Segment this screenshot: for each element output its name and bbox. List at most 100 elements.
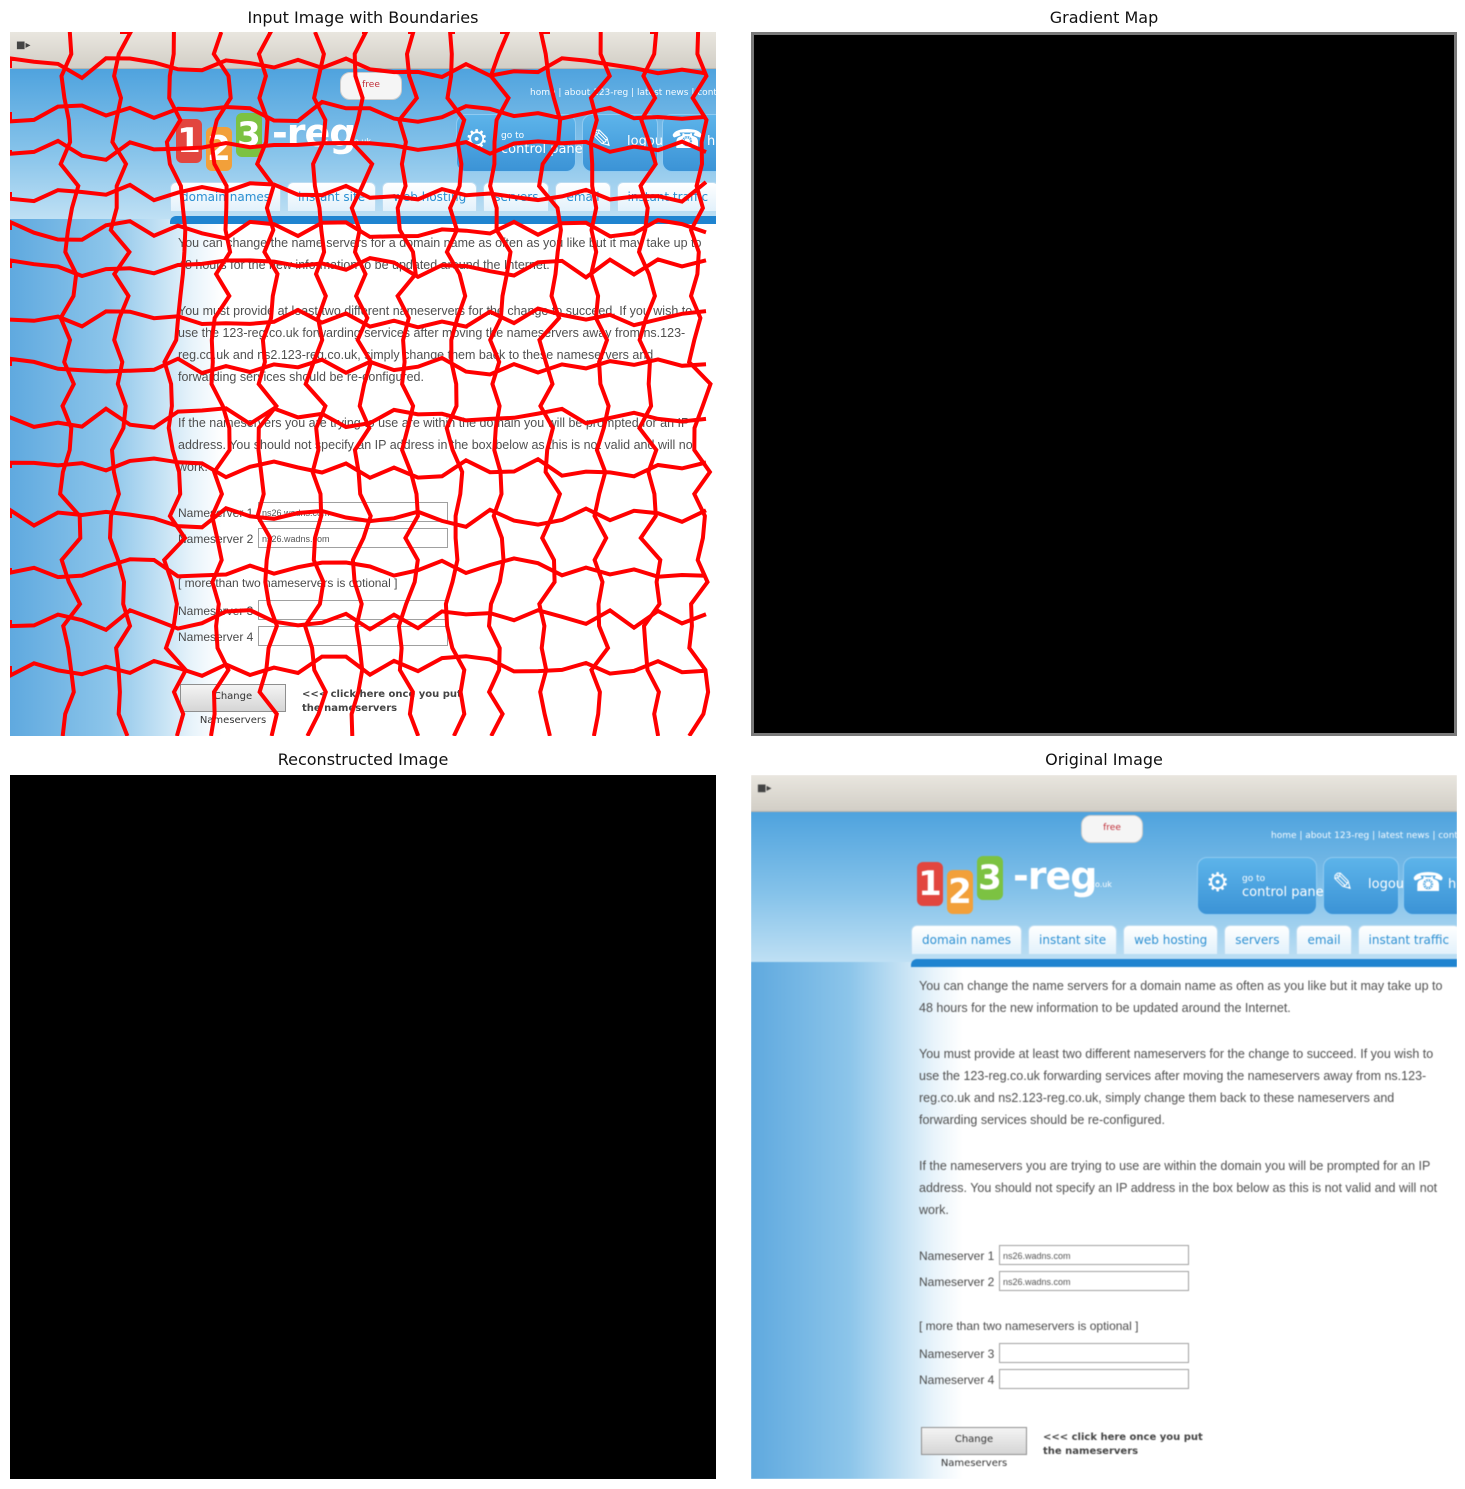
nameserver-label: Nameserver 1 (178, 506, 254, 520)
logo-digit-2: 2 (947, 870, 973, 914)
help-button[interactable]: ☎ he (662, 114, 716, 172)
control-panel-small: go to (501, 131, 525, 141)
tab-instant-traffic[interactable]: instant traffic (1357, 182, 1457, 211)
site-logo[interactable]: 1 2 3 -reg .co.uk (172, 107, 371, 171)
change-nameservers-button[interactable]: Change Nameservers (921, 684, 1027, 726)
tab-instant-traffic[interactable]: instant traffic (616, 182, 716, 211)
nameserver-2-input[interactable]: ns26.wadns.com (999, 528, 1189, 548)
gradient-map-panel: ■▸ free home | about 123-reg | latest ne… (751, 32, 1457, 736)
logout-button[interactable]: ✎ logout (1323, 114, 1409, 172)
logo-suffix: .co.uk (347, 137, 371, 146)
nameserver-row: Nameserver 4 (919, 626, 1455, 652)
site-logo[interactable]: 1 2 3 -reg .co.uk (913, 850, 1112, 914)
nameserver-row: Nameserver 1 ns26.wadns.com (919, 502, 1455, 528)
tab-web-hosting[interactable]: web hosting (1123, 182, 1219, 211)
tab-instant-site[interactable]: instant site (287, 182, 377, 211)
control-panel-small: go to (1242, 131, 1266, 141)
info-paragraph: You can change the name servers for a do… (178, 236, 702, 272)
info-paragraph: You can change the name servers for a do… (919, 979, 1443, 1015)
nameserver-1-input[interactable]: ns26.wadns.com (999, 502, 1189, 522)
panel-title-reconstructed: Reconstructed Image (277, 750, 449, 769)
gear-icon: ⚙ (465, 125, 489, 155)
nameserver-3-input[interactable] (999, 1343, 1189, 1363)
change-nameservers-button[interactable]: Change Nameservers (180, 684, 286, 726)
tab-email[interactable]: email (1296, 925, 1352, 954)
nav-underline (170, 216, 716, 224)
nameserver-content: You can change the name servers for a do… (919, 232, 1455, 652)
control-panel-small: go to (1242, 874, 1266, 884)
nameserver-4-input[interactable] (999, 626, 1189, 646)
nameserver-row: Nameserver 3 (919, 1343, 1455, 1369)
nameserver-1-input[interactable]: ns26.wadns.com (999, 1245, 1189, 1265)
promo-badge[interactable]: free (1081, 815, 1143, 843)
panel-title-gradient: Gradient Map (1049, 8, 1159, 27)
nameserver-label: Nameserver 1 (919, 506, 995, 520)
logo-digit-3: 3 (977, 113, 1003, 157)
site-logo[interactable]: 1 2 3 -reg .co.uk (913, 107, 1112, 171)
tab-servers[interactable]: servers (1224, 182, 1291, 211)
phone-icon: ☎ (1412, 125, 1445, 155)
help-button[interactable]: ☎ he (1403, 857, 1457, 915)
nameserver-4-input[interactable] (258, 626, 448, 646)
logout-button[interactable]: ✎ logout (582, 114, 668, 172)
click-hint: <<< click here once you put the nameserv… (302, 689, 462, 714)
logo-digit-2: 2 (206, 127, 232, 171)
tab-instant-site[interactable]: instant site (1028, 182, 1118, 211)
control-panel-button[interactable]: ⚙ go to control panel (1197, 114, 1327, 172)
browser-toolbar: ■▸ (10, 32, 716, 69)
tab-servers[interactable]: servers (1224, 925, 1291, 954)
control-panel-button[interactable]: ⚙ go to control panel (1197, 857, 1327, 915)
info-paragraph: If the nameservers you are trying to use… (919, 1159, 1438, 1217)
help-button[interactable]: ☎ he (1403, 114, 1457, 172)
logo-suffix: .co.uk (1088, 880, 1112, 889)
nameserver-3-input[interactable] (258, 600, 448, 620)
nameserver-row: Nameserver 4 (919, 1369, 1455, 1395)
tab-domain-names[interactable]: domain names (911, 182, 1023, 211)
control-panel-button[interactable]: ⚙ go to control panel (456, 114, 586, 172)
nameserver-row: Nameserver 2 ns26.wadns.com (178, 528, 714, 554)
promo-badge[interactable]: free (340, 72, 402, 100)
tab-domain-names[interactable]: domain names (170, 182, 282, 211)
website-screenshot: ■▸ free home | about 123-reg | latest ne… (751, 775, 1457, 1479)
nameserver-4-input[interactable] (999, 1369, 1189, 1389)
tab-email[interactable]: email (1296, 182, 1352, 211)
menu-glyph-icon: ■▸ (16, 40, 31, 51)
top-links[interactable]: home | about 123-reg | latest news | con… (1271, 831, 1457, 841)
control-panel-label: control panel (1242, 885, 1328, 900)
click-hint: <<< click here once you put the nameserv… (1043, 689, 1203, 714)
original-image-panel: ■▸ free home | about 123-reg | latest ne… (751, 775, 1457, 1479)
info-paragraph: If the nameservers you are trying to use… (919, 416, 1438, 474)
optional-note: [ more than two nameservers is optional … (919, 1319, 1139, 1333)
tab-instant-site[interactable]: instant site (1028, 925, 1118, 954)
nameserver-3-input[interactable] (999, 600, 1189, 620)
help-label: he (707, 134, 716, 149)
nameserver-2-input[interactable]: ns26.wadns.com (999, 1271, 1189, 1291)
nameserver-label: Nameserver 2 (178, 532, 254, 546)
logo-word: -reg (272, 111, 356, 155)
panel-title-original: Original Image (1045, 750, 1163, 769)
tab-email[interactable]: email (555, 182, 611, 211)
tab-web-hosting[interactable]: web hosting (382, 182, 478, 211)
logout-button[interactable]: ✎ logout (1323, 857, 1409, 915)
help-label: he (1448, 877, 1457, 892)
promo-badge[interactable]: free (1081, 72, 1143, 100)
info-paragraph: You can change the name servers for a do… (919, 236, 1443, 272)
main-tabs: domain names instant site web hosting serve… (170, 182, 716, 216)
nameserver-1-input[interactable]: ns26.wadns.com (258, 502, 448, 522)
top-links[interactable]: home | about 123-reg | latest news | con… (1271, 88, 1457, 98)
logo-word: -reg (1013, 854, 1097, 898)
panel-title-input: Input Image with Boundaries (247, 8, 479, 27)
change-nameservers-button[interactable]: Change Nameservers (921, 1427, 1027, 1469)
tab-servers[interactable]: servers (483, 182, 550, 211)
control-panel-label: control panel (501, 142, 587, 157)
nameserver-row: Nameserver 4 (178, 626, 714, 652)
tab-domain-names[interactable]: domain names (911, 925, 1023, 954)
nameserver-row: Nameserver 2 ns26.wadns.com (919, 1271, 1455, 1297)
top-links[interactable]: home | about 123-reg | latest news | con… (530, 88, 716, 98)
logo-word: -reg (1013, 111, 1097, 155)
tab-instant-traffic[interactable]: instant traffic (1357, 925, 1457, 954)
gear-icon: ⚙ (1206, 125, 1230, 155)
nameserver-2-input[interactable]: ns26.wadns.com (258, 528, 448, 548)
menu-glyph-icon: ■▸ (757, 783, 772, 794)
tab-web-hosting[interactable]: web hosting (1123, 925, 1219, 954)
